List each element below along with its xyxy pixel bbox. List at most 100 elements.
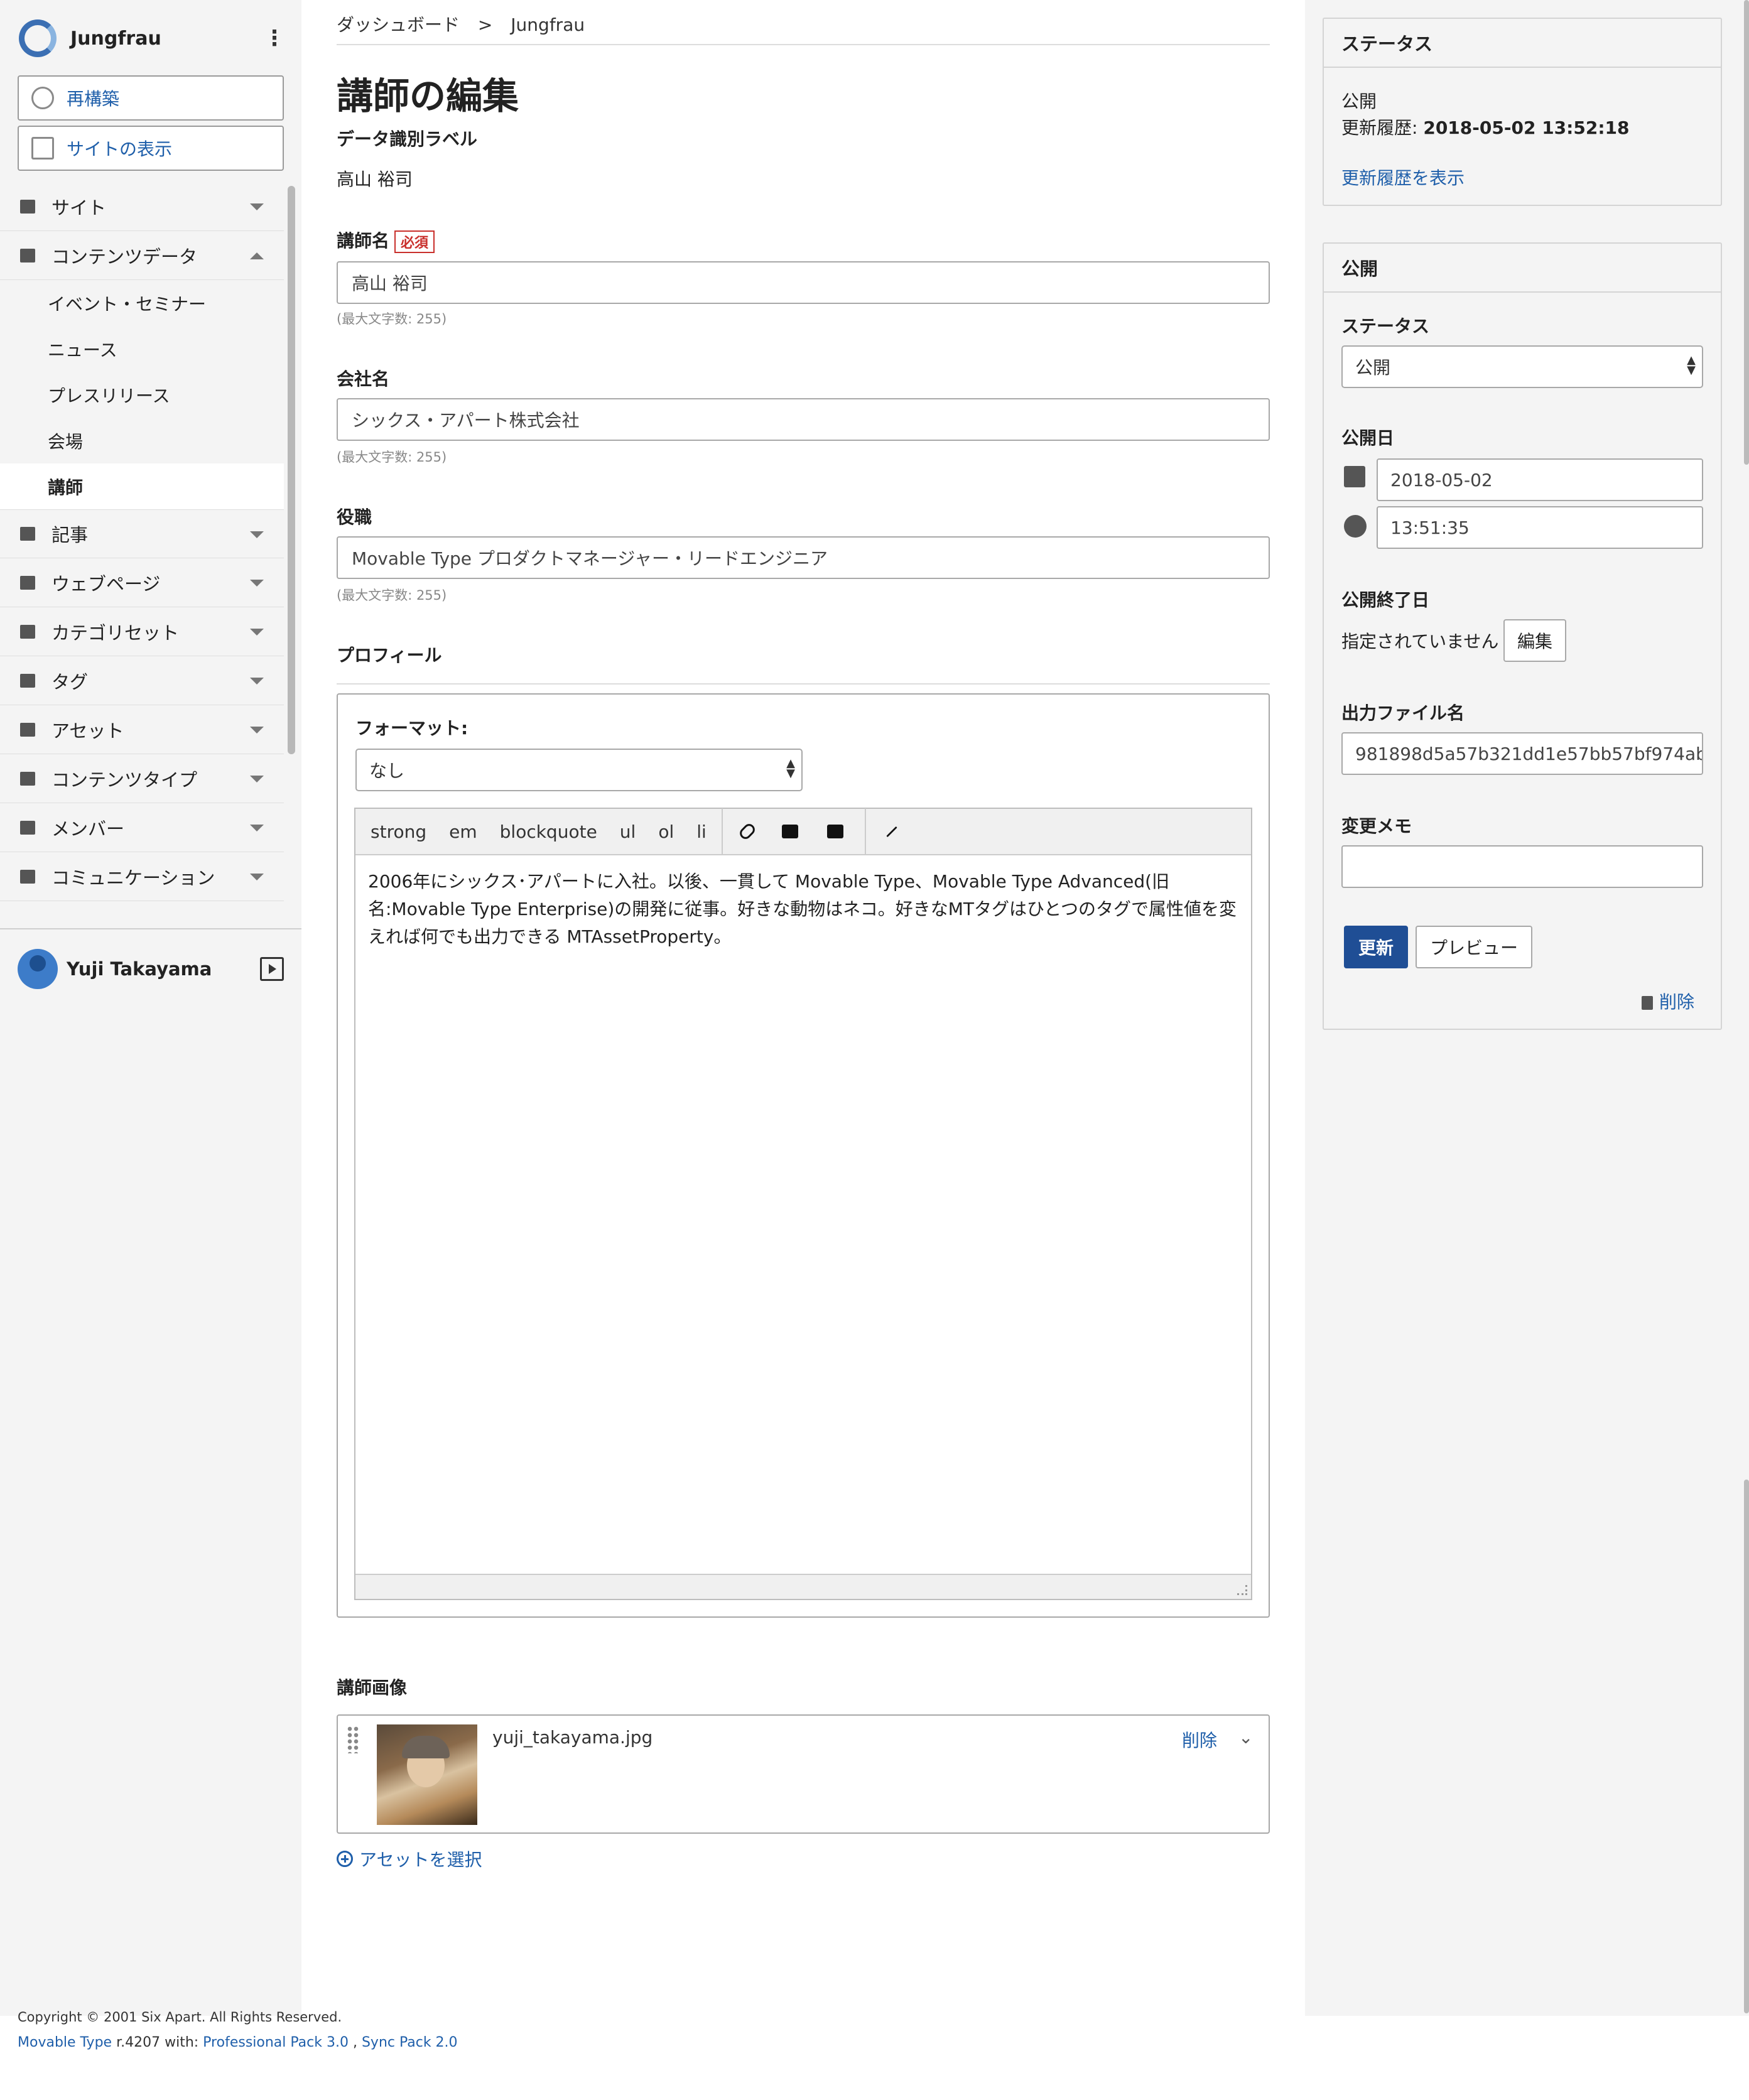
- sidebar-subitem-press[interactable]: プレスリリース: [0, 372, 284, 418]
- version-info: Movable Type r.4207 with: Professional P…: [18, 2035, 458, 2050]
- max-chars-hint: (最大文字数: 255): [337, 450, 447, 465]
- copyright: Copyright © 2001 Six Apart. All Rights R…: [18, 2010, 342, 2025]
- chevron-up-icon: [250, 252, 264, 259]
- sidebar-item-content-types[interactable]: コンテンツタイプ: [0, 754, 284, 803]
- pack-link-professional[interactable]: Professional Pack 3.0: [203, 2035, 349, 2050]
- chevron-double-down-icon[interactable]: ⌄: [1238, 1727, 1253, 1748]
- clock-icon[interactable]: [1344, 515, 1367, 538]
- sidebar-item-content-data[interactable]: コンテンツデータ: [0, 231, 284, 280]
- pages-icon: [20, 575, 35, 590]
- sidebar-nav: サイト コンテンツデータ イベント・セミナー ニュース プレスリリース 会場 講…: [0, 182, 284, 901]
- sidebar-item-communication[interactable]: コミュニケーション: [0, 852, 284, 901]
- editor-content[interactable]: 2006年にシックス･アパートに入社。以後、一貫して Movable Type、…: [355, 855, 1251, 963]
- breadcrumb-dashboard[interactable]: ダッシュボード: [337, 14, 460, 35]
- more-vertical-icon[interactable]: ⋮: [264, 28, 285, 49]
- edit-icon: [31, 137, 54, 160]
- sidebar-item-assets[interactable]: アセット: [0, 705, 284, 754]
- status-panel-heading: ステータス: [1324, 19, 1721, 68]
- em-button[interactable]: em: [449, 821, 477, 842]
- publish-date-label: 公開日: [1341, 428, 1395, 448]
- image-icon[interactable]: [826, 825, 843, 838]
- comment-icon: [20, 869, 35, 884]
- sidebar-item-entries[interactable]: 記事: [0, 509, 284, 558]
- sidebar-item-tags[interactable]: タグ: [0, 656, 284, 705]
- publish-time-field[interactable]: 13:51:35: [1377, 506, 1703, 549]
- asset-item: yuji_takayama.jpg 削除 ⌄: [337, 1714, 1270, 1834]
- company-field[interactable]: シックス・アパート株式会社: [337, 398, 1270, 441]
- asset-thumbnail[interactable]: [377, 1724, 477, 1825]
- user-name[interactable]: Yuji Takayama: [67, 958, 260, 980]
- select-arrows-icon: ▲ ▼: [1687, 354, 1696, 377]
- updated-value: 2018-05-02 13:52:18: [1423, 117, 1630, 138]
- update-button[interactable]: 更新: [1344, 926, 1408, 968]
- publish-panel: 公開 ステータス 公開 ▲ ▼ 公開日 2018-05-02 13:51:35 公…: [1323, 242, 1722, 1030]
- toolbar-separator: [864, 808, 866, 855]
- data-label-value: 高山 裕司: [337, 169, 413, 190]
- sidebar-item-pages[interactable]: ウェブページ: [0, 558, 284, 607]
- sidebar-scrollbar[interactable]: [288, 186, 295, 754]
- asset-delete-link[interactable]: 削除: [1182, 1727, 1217, 1752]
- page-scrollbar[interactable]: [1744, 0, 1749, 465]
- rebuild-button[interactable]: 再構築: [18, 75, 284, 121]
- image-heading: 講師画像: [337, 1677, 408, 1698]
- breadcrumb-current[interactable]: Jungfrau: [511, 14, 585, 35]
- strong-button[interactable]: strong: [371, 821, 426, 842]
- page-scrollbar-lower[interactable]: [1744, 1480, 1749, 2013]
- sidebar-scroll-thumb[interactable]: [288, 186, 295, 754]
- output-filename-field[interactable]: 981898d5a57b321dd1e57bb57bf974abc: [1341, 732, 1703, 775]
- required-badge: 必須: [394, 230, 435, 253]
- site-icon: [20, 199, 35, 214]
- drag-handle-icon[interactable]: [347, 1726, 359, 1753]
- breadcrumb-separator: >: [477, 14, 493, 35]
- chevron-down-icon: [250, 203, 264, 210]
- view-site-button[interactable]: サイトの表示: [18, 126, 284, 171]
- user-icon: [20, 820, 35, 835]
- ul-button[interactable]: ul: [620, 821, 636, 842]
- profile-heading: プロフィール: [337, 645, 442, 666]
- status-value: 公開: [1341, 91, 1377, 112]
- publish-panel-heading: 公開: [1324, 244, 1721, 293]
- change-memo-field[interactable]: [1341, 845, 1703, 888]
- plus-circle-icon: [337, 1851, 353, 1867]
- max-chars-hint: (最大文字数: 255): [337, 311, 447, 327]
- briefcase-icon[interactable]: [781, 825, 798, 838]
- change-memo-label: 変更メモ: [1341, 816, 1412, 836]
- sidebar-subitem-venue[interactable]: 会場: [0, 418, 284, 463]
- name-field[interactable]: 高山 裕司: [337, 261, 1270, 304]
- calendar-icon[interactable]: [1344, 466, 1365, 487]
- publish-date-field[interactable]: 2018-05-02: [1377, 458, 1703, 501]
- product-link[interactable]: Movable Type: [18, 2035, 112, 2050]
- pack-link-sync[interactable]: Sync Pack 2.0: [362, 2035, 458, 2050]
- delete-link[interactable]: 削除: [1642, 988, 1694, 1014]
- chevron-down-icon: [250, 874, 264, 880]
- role-field[interactable]: Movable Type プロダクトマネージャー・リードエンジニア: [337, 536, 1270, 579]
- expand-icon[interactable]: [885, 826, 897, 837]
- divider: [337, 683, 1270, 685]
- sidebar-subitem-news[interactable]: ニュース: [0, 326, 284, 372]
- sidebar-item-members[interactable]: メンバー: [0, 803, 284, 852]
- data-label-heading: データ識別ラベル: [337, 129, 478, 149]
- avatar[interactable]: [18, 949, 58, 989]
- expand-menu-icon[interactable]: [260, 957, 284, 981]
- link-icon[interactable]: [737, 821, 757, 842]
- publish-end-label: 公開終了日: [1341, 590, 1430, 610]
- divider: [0, 928, 301, 929]
- format-select[interactable]: なし ▲ ▼: [355, 749, 803, 791]
- sidebar-subitem-speaker[interactable]: 講師: [0, 463, 284, 509]
- preview-button[interactable]: プレビュー: [1416, 926, 1532, 968]
- li-button[interactable]: li: [696, 821, 707, 842]
- history-link[interactable]: 更新履歴を表示: [1341, 165, 1465, 190]
- sidebar-item-site[interactable]: サイト: [0, 182, 284, 231]
- blockquote-button[interactable]: blockquote: [500, 821, 597, 842]
- status-select[interactable]: 公開 ▲ ▼: [1341, 345, 1703, 388]
- edit-end-date-button[interactable]: 編集: [1503, 619, 1566, 662]
- briefcase-icon: [20, 722, 35, 737]
- ol-button[interactable]: ol: [658, 821, 674, 842]
- resize-handle-icon[interactable]: [1237, 1585, 1247, 1595]
- site-name[interactable]: Jungfrau: [70, 28, 264, 50]
- sidebar-subitem-events[interactable]: イベント・セミナー: [0, 280, 284, 326]
- status-panel: ステータス 公開 更新履歴: 2018-05-02 13:52:18 更新履歴を…: [1323, 18, 1722, 206]
- select-asset-link[interactable]: アセットを選択: [337, 1846, 482, 1871]
- user-menu: Yuji Takayama: [18, 948, 284, 990]
- sidebar-item-category-sets[interactable]: カテゴリセット: [0, 607, 284, 656]
